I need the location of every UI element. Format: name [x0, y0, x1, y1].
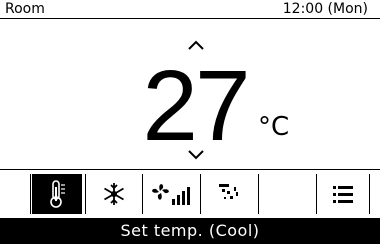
menu-icon [333, 186, 353, 203]
empty-slot [259, 174, 315, 214]
clock: 12:00 (Mon) [282, 1, 368, 17]
airflow-direction-button[interactable] [201, 174, 257, 214]
separator [369, 174, 370, 214]
menu-button[interactable] [317, 174, 369, 214]
temperature-value: 27 [142, 50, 250, 162]
fan-speed-icon [152, 184, 190, 205]
temperature-unit: °C [258, 112, 290, 142]
operation-mode-button[interactable] [86, 174, 142, 214]
snowflake-icon [104, 183, 124, 205]
thermometer-icon [50, 180, 65, 208]
mode-toolbar [0, 169, 380, 219]
airflow-direction-icon [219, 184, 238, 199]
separator [30, 174, 31, 214]
fan-speed-button[interactable] [143, 174, 199, 214]
set-temp-mode-button[interactable] [32, 174, 82, 214]
status-message: Set temp. (Cool) [0, 218, 380, 244]
temp-down-button[interactable] [186, 148, 206, 162]
room-label: Room [5, 1, 45, 17]
top-status-bar: Room 12:00 (Mon) [0, 0, 380, 19]
